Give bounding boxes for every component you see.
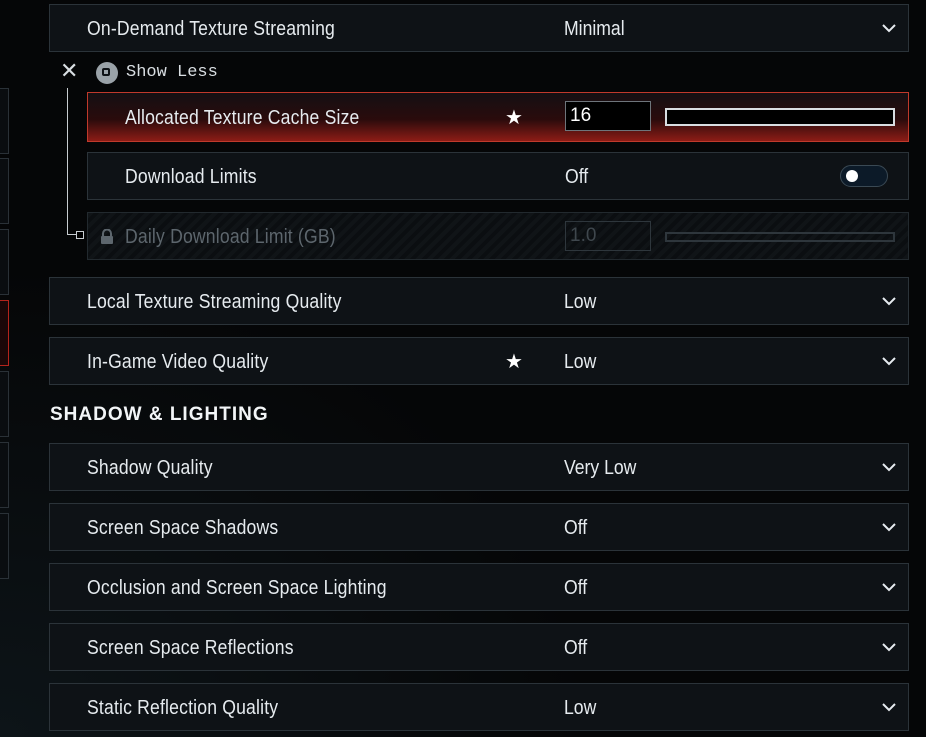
chevron-down-icon[interactable] (882, 356, 896, 366)
setting-label: Download Limits (125, 166, 257, 188)
setting-video-quality[interactable]: In-Game Video Quality ★ Low (49, 337, 909, 385)
setting-value: Off (564, 637, 588, 659)
setting-value: Minimal (564, 18, 625, 40)
chevron-down-icon[interactable] (882, 23, 896, 33)
setting-label: Screen Space Shadows (87, 517, 279, 539)
setting-local-texture-streaming[interactable]: Local Texture Streaming Quality Low (49, 277, 909, 325)
setting-label: Shadow Quality (87, 457, 213, 479)
setting-label: On-Demand Texture Streaming (87, 18, 336, 40)
setting-value: Low (564, 291, 597, 313)
chevron-down-icon[interactable] (882, 642, 896, 652)
chevron-down-icon[interactable] (882, 702, 896, 712)
side-tab[interactable] (0, 158, 9, 224)
toggle-knob (846, 170, 858, 182)
close-icon[interactable]: ✕ (60, 60, 78, 82)
tree-connector-end (76, 231, 84, 239)
show-less-label[interactable]: Show Less (126, 63, 218, 82)
setting-screen-space-shadows[interactable]: Screen Space Shadows Off (49, 503, 909, 551)
setting-screen-space-reflections[interactable]: Screen Space Reflections Off (49, 623, 909, 671)
tree-connector (67, 88, 68, 234)
setting-label: Occlusion and Screen Space Lighting (87, 577, 387, 599)
daily-limit-slider (665, 232, 895, 242)
download-limits-toggle[interactable] (840, 165, 888, 187)
setting-value: Off (564, 577, 588, 599)
side-tab[interactable] (0, 229, 9, 295)
setting-daily-download-limit: Daily Download Limit (GB) 1.0 (87, 212, 909, 260)
chevron-down-icon[interactable] (882, 522, 896, 532)
side-tab[interactable] (0, 513, 9, 579)
setting-occlusion-lighting[interactable]: Occlusion and Screen Space Lighting Off (49, 563, 909, 611)
setting-value: Off (564, 517, 588, 539)
texture-cache-slider[interactable] (665, 108, 895, 126)
side-tab[interactable] (0, 88, 9, 154)
setting-download-limits[interactable]: Download Limits Off (87, 152, 909, 200)
texture-cache-input[interactable]: 16 (565, 101, 651, 131)
star-icon: ★ (505, 351, 523, 373)
setting-on-demand-texture-streaming[interactable]: On-Demand Texture Streaming Minimal (49, 4, 909, 52)
setting-label: Local Texture Streaming Quality (87, 291, 342, 313)
chevron-down-icon[interactable] (882, 462, 896, 472)
side-tab-active[interactable] (0, 300, 9, 366)
settings-screen: On-Demand Texture Streaming Minimal ✕ Sh… (0, 0, 926, 737)
setting-label: Screen Space Reflections (87, 637, 294, 659)
setting-value: Low (564, 351, 597, 373)
daily-limit-input: 1.0 (565, 221, 651, 251)
setting-value: Very Low (564, 457, 637, 479)
section-title-shadow-lighting: SHADOW & LIGHTING (50, 404, 269, 425)
side-tab[interactable] (0, 442, 9, 508)
lock-icon (100, 228, 114, 245)
chevron-down-icon[interactable] (882, 582, 896, 592)
setting-value: Low (564, 697, 597, 719)
setting-label: Allocated Texture Cache Size (125, 107, 360, 129)
setting-static-reflection-quality[interactable]: Static Reflection Quality Low (49, 683, 909, 731)
side-tab[interactable] (0, 371, 9, 437)
setting-label: Static Reflection Quality (87, 697, 279, 719)
setting-label: In-Game Video Quality (87, 351, 269, 373)
gamepad-button-icon (96, 62, 118, 84)
setting-value: Off (565, 166, 589, 188)
setting-texture-cache-size[interactable]: Allocated Texture Cache Size ★ 16 (87, 92, 909, 142)
chevron-down-icon[interactable] (882, 296, 896, 306)
star-icon: ★ (505, 107, 523, 129)
setting-label: Daily Download Limit (GB) (125, 226, 336, 248)
setting-shadow-quality[interactable]: Shadow Quality Very Low (49, 443, 909, 491)
